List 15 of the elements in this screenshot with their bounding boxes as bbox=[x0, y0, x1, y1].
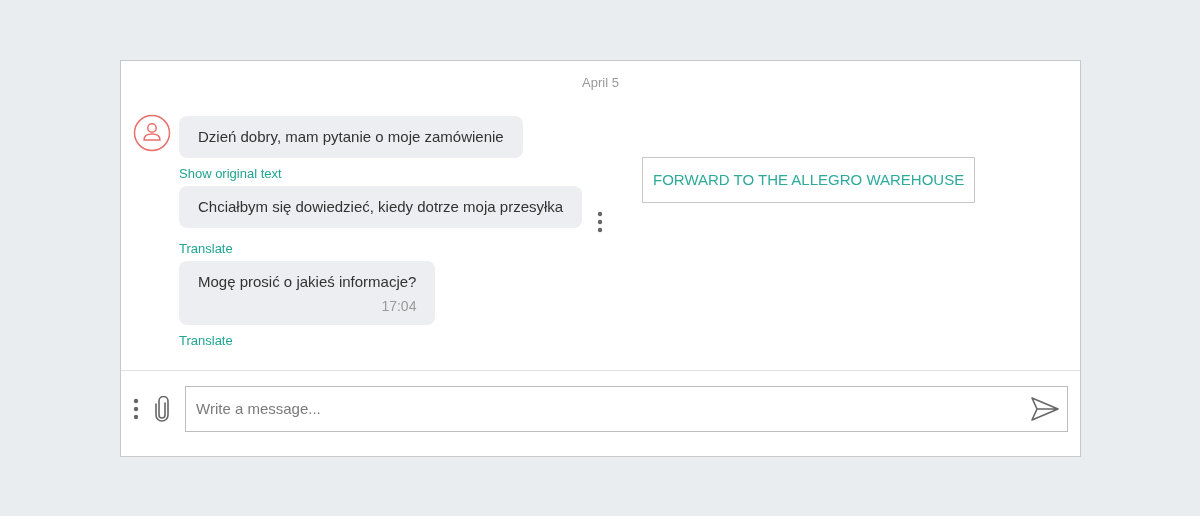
more-options-icon[interactable] bbox=[597, 210, 604, 233]
more-options-icon[interactable] bbox=[133, 397, 139, 420]
send-icon[interactable] bbox=[1030, 395, 1060, 422]
menu-item[interactable]: FORWARD TO THE ALLEGRO WAREHOUSE bbox=[643, 157, 975, 202]
user-avatar-icon bbox=[133, 113, 171, 152]
message-link[interactable]: Translate bbox=[179, 332, 233, 349]
message-text: Mogę prosić o jakieś informacje? bbox=[198, 271, 417, 292]
message-input[interactable]: Write a message... bbox=[185, 385, 1068, 432]
message-link[interactable]: Translate bbox=[179, 240, 233, 257]
message-text: Chciałbym się dowiedzieć, kiedy dotrze moja przesyłka bbox=[198, 196, 564, 217]
date-label: April 5 bbox=[582, 74, 619, 92]
paperclip-icon[interactable] bbox=[153, 395, 171, 422]
message-time: 17:04 bbox=[381, 296, 417, 315]
message-text: Dzień dobry, mam pytanie o moje zamówienie bbox=[198, 126, 504, 147]
message-link[interactable]: Show original text bbox=[179, 165, 282, 182]
